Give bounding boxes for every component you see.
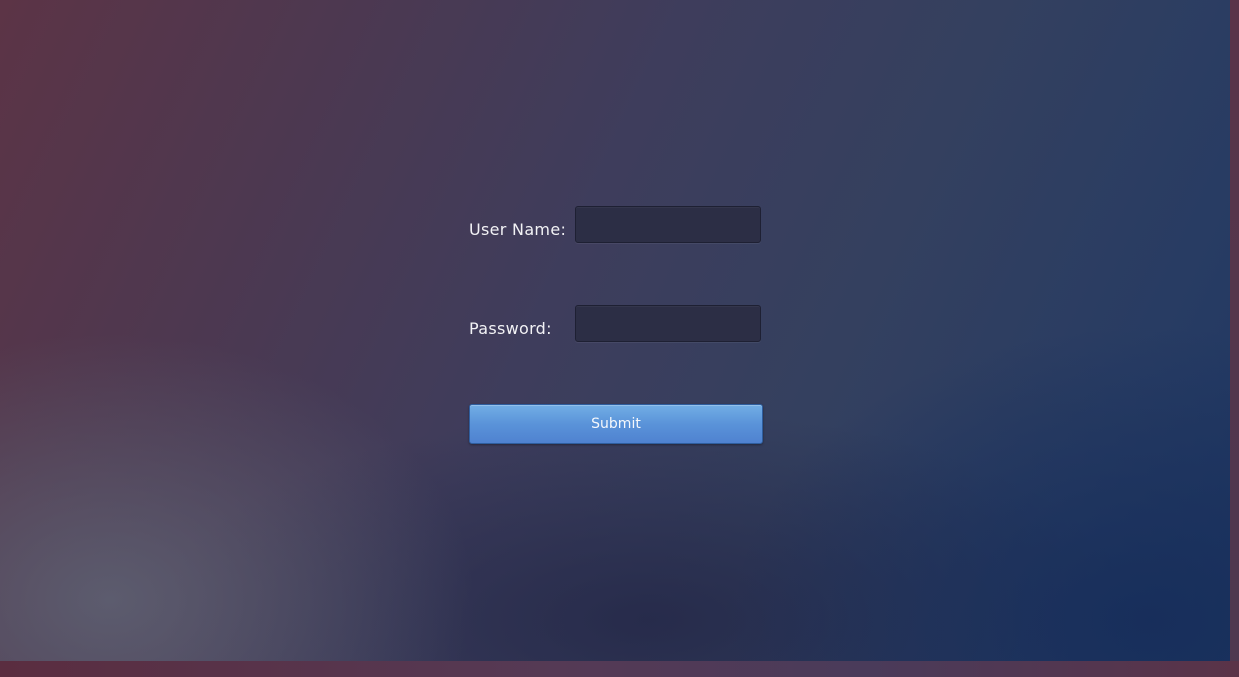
- submit-button[interactable]: Submit: [469, 404, 763, 444]
- login-background: User Name: Password: Submit: [0, 0, 1230, 661]
- screen-edge-right: [1230, 0, 1239, 677]
- username-field[interactable]: [575, 206, 761, 243]
- username-label: User Name:: [469, 220, 567, 239]
- screen-edge-bottom: [0, 661, 1239, 677]
- password-field[interactable]: [575, 305, 761, 342]
- password-label: Password:: [469, 319, 552, 338]
